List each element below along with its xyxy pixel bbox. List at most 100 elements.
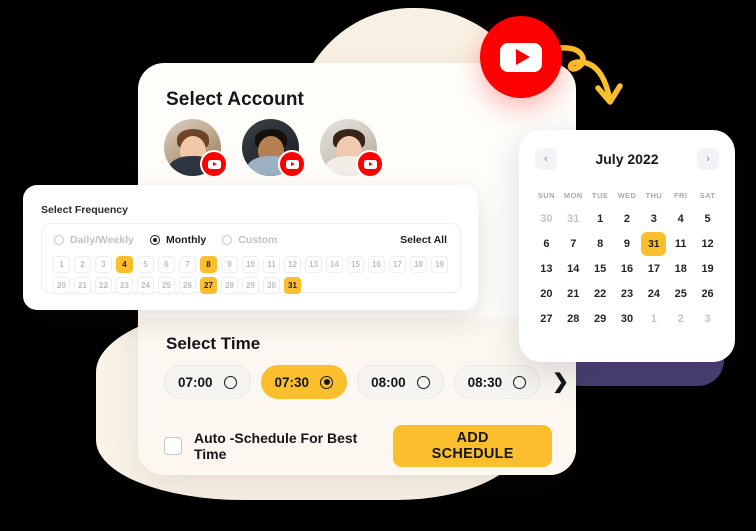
frequency-day-cell[interactable]: 3 <box>95 256 112 273</box>
calendar-day-label: 31 <box>641 232 667 256</box>
calendar-weekday-label: THU <box>645 190 663 200</box>
frequency-day-cell[interactable]: 19 <box>431 256 448 273</box>
frequency-day-cell[interactable]: 26 <box>179 277 196 294</box>
frequency-day-cell[interactable]: 20 <box>53 277 70 294</box>
radio-icon <box>222 235 233 245</box>
calendar-day-cell[interactable]: 31 <box>640 232 667 256</box>
frequency-day-cell[interactable]: 7 <box>179 256 196 273</box>
frequency-option-monthly[interactable]: Monthly <box>150 234 206 246</box>
auto-schedule-checkbox[interactable] <box>164 437 182 455</box>
frequency-day-cell[interactable]: 1 <box>53 256 70 273</box>
calendar-day-cell[interactable]: 26 <box>694 282 721 306</box>
frequency-option-daily-weekly[interactable]: Daily/Weekly <box>54 234 134 246</box>
calendar-day-cell[interactable]: 20 <box>533 282 560 306</box>
frequency-day-cell[interactable]: 17 <box>389 256 406 273</box>
frequency-day-cell[interactable]: 15 <box>347 256 364 273</box>
frequency-day-cell[interactable]: 13 <box>305 256 322 273</box>
frequency-day-cell[interactable]: 11 <box>263 256 280 273</box>
time-slot-0830[interactable]: 08:30 <box>453 365 541 399</box>
calendar-day-label: 21 <box>567 288 580 300</box>
frequency-day-cell[interactable]: 22 <box>95 277 112 294</box>
calendar-day-cell[interactable]: 29 <box>587 307 614 331</box>
frequency-day-cell[interactable]: 16 <box>368 256 385 273</box>
select-all-link[interactable]: Select All <box>400 234 447 246</box>
frequency-day-cell[interactable]: 30 <box>263 277 280 294</box>
calendar-day-label: 9 <box>623 238 631 250</box>
calendar-day-cell[interactable]: 11 <box>667 232 694 256</box>
frequency-day-cell[interactable]: 23 <box>116 277 133 294</box>
frequency-day-cell[interactable]: 5 <box>137 256 154 273</box>
frequency-day-cell[interactable]: 25 <box>158 277 175 294</box>
calendar-day-cell[interactable]: 22 <box>587 282 614 306</box>
calendar-day-cell[interactable]: 7 <box>560 232 587 256</box>
time-slot-0700[interactable]: 07:00 <box>164 365 251 399</box>
radio-icon <box>320 375 334 389</box>
calendar-day-label: 7 <box>570 238 577 250</box>
calendar-day-cell[interactable]: 6 <box>533 232 560 256</box>
calendar-day-cell[interactable]: 30 <box>614 307 641 331</box>
calendar-day-cell[interactable]: 12 <box>694 232 721 256</box>
calendar-day-cell[interactable]: 13 <box>533 257 560 281</box>
calendar-day-cell[interactable]: 30 <box>533 207 560 231</box>
calendar-day-label: 4 <box>677 213 684 225</box>
calendar-day-cell[interactable]: 24 <box>640 282 667 306</box>
calendar-day-cell[interactable]: 15 <box>587 257 614 281</box>
account-avatar-3[interactable] <box>320 119 384 178</box>
calendar-day-cell[interactable]: 5 <box>694 207 721 231</box>
calendar-day-cell[interactable]: 21 <box>560 282 587 306</box>
radio-icon <box>513 375 527 389</box>
frequency-day-cell[interactable]: 18 <box>410 256 427 273</box>
calendar-day-label: 2 <box>677 313 684 325</box>
calendar-day-cell[interactable]: 18 <box>667 257 694 281</box>
frequency-day-cell[interactable]: 9 <box>221 256 238 273</box>
calendar-day-cell[interactable]: 17 <box>640 257 667 281</box>
frequency-day-cell[interactable]: 8 <box>200 256 217 273</box>
time-slot-0730[interactable]: 07:30 <box>260 365 348 399</box>
chevron-right-icon[interactable]: ❯ <box>550 372 569 392</box>
calendar-day-cell[interactable]: 9 <box>614 232 641 256</box>
account-avatar-2[interactable] <box>242 119 306 178</box>
calendar-day-cell[interactable]: 23 <box>614 282 641 306</box>
frequency-day-cell[interactable]: 29 <box>242 277 259 294</box>
account-avatar-1[interactable] <box>164 119 228 178</box>
frequency-day-cell[interactable]: 12 <box>284 256 301 273</box>
calendar-day-label: 8 <box>597 238 604 250</box>
calendar-day-cell[interactable]: 3 <box>694 307 721 331</box>
auto-schedule-toggle[interactable]: Auto -Schedule For Best Time <box>164 430 393 462</box>
calendar-day-label: 16 <box>620 263 634 275</box>
add-schedule-button[interactable]: ADD SCHEDULE <box>393 425 552 467</box>
calendar-day-cell[interactable]: 14 <box>560 257 587 281</box>
frequency-day-cell[interactable]: 6 <box>158 256 175 273</box>
time-slot-label: 08:30 <box>467 374 503 390</box>
calendar-day-cell[interactable]: 27 <box>533 307 560 331</box>
frequency-day-cell[interactable]: 31 <box>284 277 301 294</box>
frequency-option-label: Custom <box>238 234 278 246</box>
frequency-day-cell[interactable]: 4 <box>116 256 133 273</box>
frequency-option-custom[interactable]: Custom <box>222 234 277 246</box>
chevron-right-icon[interactable]: › <box>697 148 719 170</box>
chevron-left-icon[interactable]: ‹ <box>535 148 557 170</box>
calendar-day-label: 30 <box>540 213 553 225</box>
calendar-day-cell[interactable]: 19 <box>694 257 721 281</box>
frequency-day-cell[interactable]: 14 <box>326 256 343 273</box>
calendar-day-cell[interactable]: 3 <box>640 207 667 231</box>
calendar-day-cell[interactable]: 28 <box>560 307 587 331</box>
calendar-day-cell[interactable]: 1 <box>587 207 614 231</box>
calendar-day-cell[interactable]: 31 <box>560 207 587 231</box>
time-slot-0800[interactable]: 08:00 <box>357 365 444 399</box>
frequency-day-cell[interactable]: 27 <box>200 277 217 294</box>
calendar-day-cell[interactable]: 4 <box>667 207 694 231</box>
youtube-play-icon <box>363 159 377 169</box>
frequency-day-cell[interactable]: 21 <box>74 277 91 294</box>
frequency-day-cell[interactable]: 2 <box>74 256 91 273</box>
calendar-day-cell[interactable]: 8 <box>587 232 614 256</box>
frequency-day-cell[interactable]: 10 <box>242 256 259 273</box>
calendar-weekday-label: MON <box>563 190 583 200</box>
calendar-day-cell[interactable]: 16 <box>614 257 641 281</box>
calendar-day-cell[interactable]: 1 <box>640 307 667 331</box>
calendar-day-cell[interactable]: 25 <box>667 282 694 306</box>
calendar-day-cell[interactable]: 2 <box>667 307 694 331</box>
calendar-day-cell[interactable]: 2 <box>614 207 641 231</box>
frequency-day-cell[interactable]: 24 <box>137 277 154 294</box>
frequency-day-cell[interactable]: 28 <box>221 277 238 294</box>
